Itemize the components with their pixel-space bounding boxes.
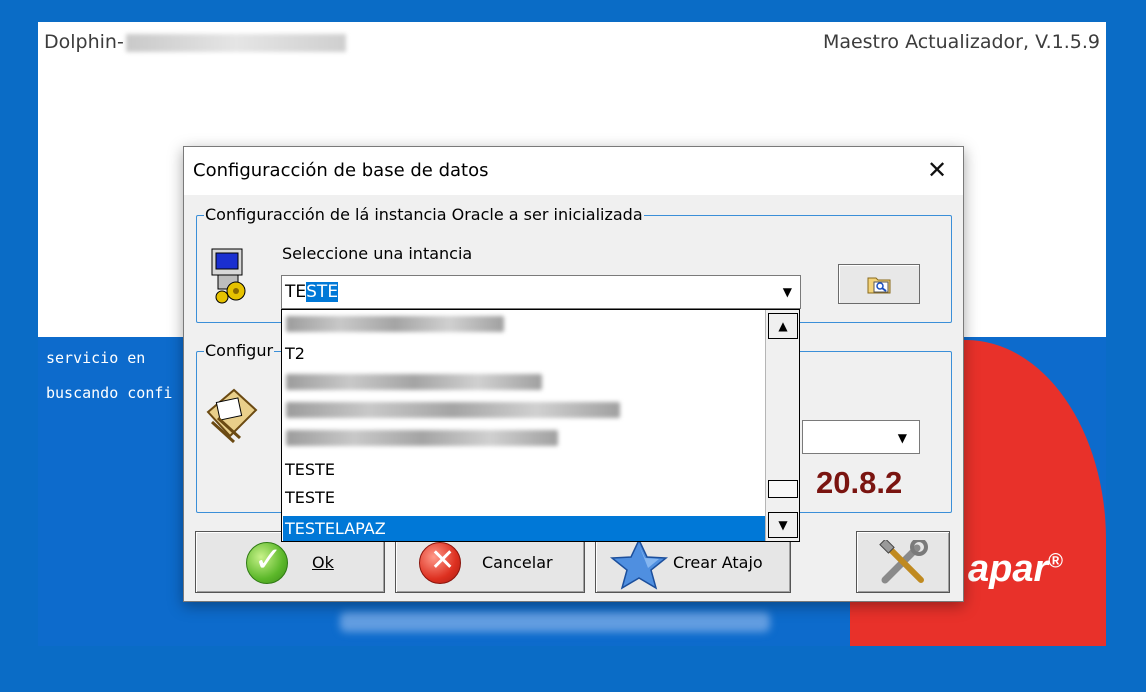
instance-dropdown-list[interactable]: T2 TESTE TESTE TESTELAPAZ ▲ ▼ bbox=[281, 309, 800, 542]
create-shortcut-label: Crear Atajo bbox=[673, 553, 763, 572]
folder-search-icon bbox=[867, 277, 891, 294]
checkmark-icon: ✓ bbox=[246, 540, 288, 584]
dropdown-scrollbar[interactable]: ▲ ▼ bbox=[765, 310, 799, 541]
instance-combobox-value[interactable]: TESTE bbox=[285, 282, 339, 302]
star-icon bbox=[609, 538, 669, 590]
close-button[interactable]: ✕ bbox=[921, 155, 953, 187]
app-title-left: Dolphin- bbox=[44, 31, 346, 53]
brand-logo-text: apar® bbox=[968, 548, 1064, 590]
redacted-list-item[interactable] bbox=[286, 316, 504, 332]
scroll-up-button[interactable]: ▲ bbox=[768, 313, 798, 339]
oracle-instance-group-title: Configuracción de lá instancia Oracle a … bbox=[204, 205, 644, 224]
scroll-thumb[interactable] bbox=[768, 480, 798, 498]
instance-combobox[interactable]: TESTE ▼ bbox=[281, 275, 801, 309]
tools-button[interactable] bbox=[856, 531, 950, 593]
list-item[interactable]: TESTE bbox=[285, 486, 765, 509]
list-item[interactable]: TESTE bbox=[285, 458, 765, 481]
chevron-down-icon[interactable]: ▼ bbox=[898, 431, 907, 445]
cancel-x-icon: ✕ bbox=[419, 542, 461, 584]
version-label: 20.8.2 bbox=[816, 465, 903, 500]
tools-icon bbox=[879, 540, 928, 584]
browse-button[interactable] bbox=[838, 264, 920, 304]
chevron-down-icon[interactable]: ▼ bbox=[783, 285, 792, 299]
database-config-icon bbox=[211, 248, 246, 304]
cancel-button-label: Cancelar bbox=[482, 553, 553, 572]
list-item-selected[interactable]: TESTELAPAZ bbox=[283, 516, 765, 541]
status-line-1: servicio en bbox=[46, 349, 146, 367]
config-files-icon bbox=[206, 388, 258, 444]
redacted-text bbox=[125, 33, 346, 52]
secondary-config-group-title: Configur bbox=[204, 341, 275, 360]
select-instance-label: Seleccione una intancia bbox=[282, 244, 473, 263]
ok-button-label: Ok bbox=[312, 553, 334, 572]
redacted-list-item[interactable] bbox=[286, 430, 558, 446]
dialog-titlebar: Configuracción de base de datos ✕ bbox=[184, 147, 963, 195]
dialog-title: Configuracción de base de datos bbox=[193, 160, 489, 181]
redacted-list-item[interactable] bbox=[286, 402, 620, 418]
app-title-right: Maestro Actualizador, V.1.5.9 bbox=[822, 31, 1100, 53]
redacted-list-item[interactable] bbox=[286, 374, 542, 390]
status-line-2: buscando confi bbox=[46, 384, 173, 402]
list-item[interactable]: T2 bbox=[285, 342, 765, 365]
scroll-down-button[interactable]: ▼ bbox=[768, 512, 798, 538]
secondary-combobox[interactable]: ▼ bbox=[802, 420, 920, 454]
redacted-footer-text bbox=[340, 612, 770, 632]
